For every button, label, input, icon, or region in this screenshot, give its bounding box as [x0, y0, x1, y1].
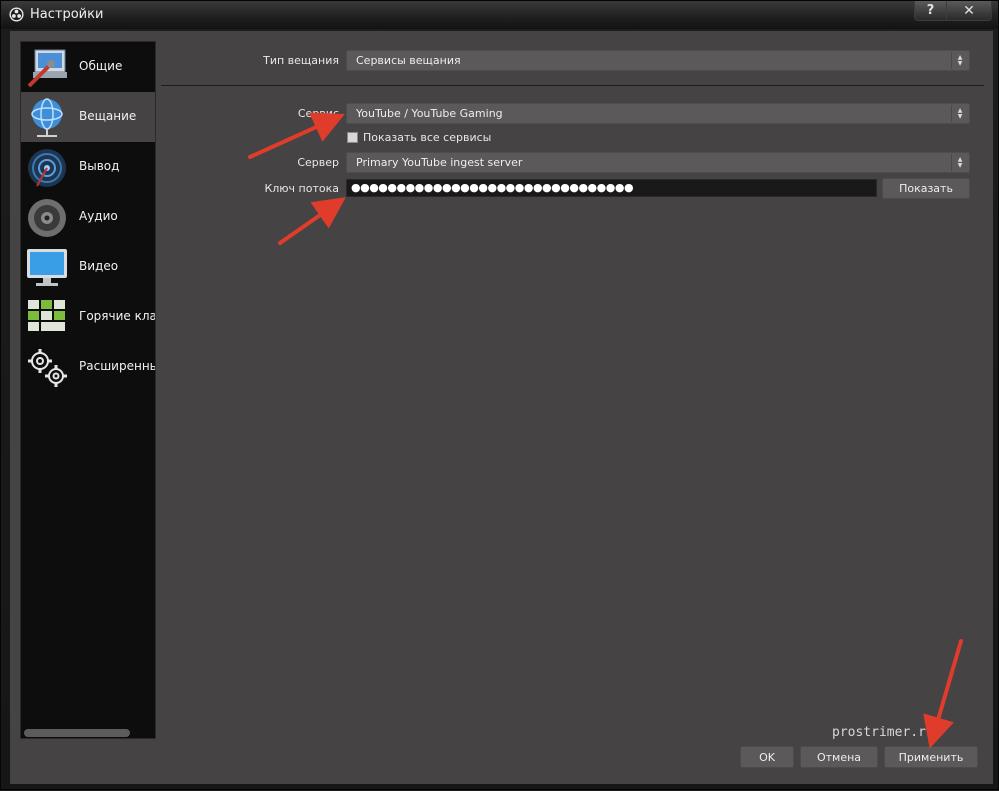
server-select[interactable]: Primary YouTube ingest server ▲ ▼: [346, 152, 970, 173]
stream-key-value: ●●●●●●●●●●●●●●●●●●●●●●●●●●●●●●●: [351, 181, 634, 194]
show-all-services-checkbox[interactable]: [347, 132, 358, 143]
speaker-icon: [28, 199, 66, 237]
title-bar[interactable]: Настройки ? ✕: [1, 1, 998, 29]
obs-logo-icon: [9, 7, 24, 22]
spinner-arrows-icon: ▲ ▼: [951, 154, 968, 171]
settings-content: Общие Вещание Вывод Аудио Видео Горячие …: [10, 31, 993, 784]
watermark-text: prostrimer.ru: [832, 725, 934, 740]
sidebar-item-hotkeys[interactable]: Горячие клави: [21, 292, 155, 342]
settings-window: Настройки ? ✕ Общие Вещание Вывод Аудио …: [0, 0, 999, 790]
server-label: Сервер: [297, 156, 339, 169]
sidebar-item-label: Общие: [79, 59, 123, 73]
spinner-arrows-icon: ▲ ▼: [951, 52, 968, 69]
sidebar-item-label: Расширенные: [79, 359, 155, 373]
service-value: YouTube / YouTube Gaming: [356, 107, 503, 120]
broadcast-type-value: Сервисы вещания: [356, 54, 461, 67]
sidebar-item-label: Вывод: [79, 159, 120, 173]
apply-button[interactable]: Применить: [884, 746, 978, 768]
sidebar-item-label: Аудио: [79, 209, 118, 223]
spinner-arrows-icon: ▲ ▼: [951, 105, 968, 122]
sidebar-item-output[interactable]: Вывод: [21, 142, 155, 192]
sidebar-item-label: Горячие клави: [79, 309, 155, 323]
server-value: Primary YouTube ingest server: [356, 156, 523, 169]
broadcast-globe-icon: [31, 98, 63, 137]
sidebar-item-general[interactable]: Общие: [21, 42, 155, 92]
settings-sidebar: Общие Вещание Вывод Аудио Видео Горячие …: [20, 41, 156, 739]
show-all-services-label[interactable]: Показать все сервисы: [363, 131, 491, 144]
ok-button[interactable]: OK: [740, 746, 794, 768]
sidebar-item-advanced[interactable]: Расширенные: [21, 342, 155, 392]
keyboard-icon: [28, 300, 65, 331]
window-title: Настройки: [30, 7, 104, 22]
output-signal-icon: [28, 149, 66, 187]
stream-key-input[interactable]: ●●●●●●●●●●●●●●●●●●●●●●●●●●●●●●●: [346, 179, 877, 197]
cancel-button[interactable]: Отмена: [800, 746, 878, 768]
sidebar-item-label: Видео: [79, 259, 119, 273]
broadcast-type-select[interactable]: Сервисы вещания ▲ ▼: [346, 50, 970, 71]
sidebar-item-audio[interactable]: Аудио: [21, 192, 155, 242]
sidebar-item-video[interactable]: Видео: [21, 242, 155, 292]
gears-icon: [28, 349, 67, 387]
stream-key-label: Ключ потока: [264, 182, 339, 195]
broadcast-type-label: Тип вещания: [263, 54, 339, 67]
help-button[interactable]: ?: [914, 1, 947, 21]
sidebar-item-label: Вещание: [79, 109, 137, 123]
service-select[interactable]: YouTube / YouTube Gaming ▲ ▼: [346, 103, 970, 124]
sidebar-item-broadcast[interactable]: Вещание: [21, 92, 155, 142]
monitor-icon: [27, 249, 67, 286]
service-label: Сервис: [297, 107, 339, 120]
close-button[interactable]: ✕: [946, 1, 992, 21]
sidebar-scrollbar[interactable]: [24, 729, 130, 737]
show-key-button[interactable]: Показать: [882, 178, 970, 199]
general-settings-icon: [27, 49, 67, 88]
section-divider: [161, 85, 984, 86]
